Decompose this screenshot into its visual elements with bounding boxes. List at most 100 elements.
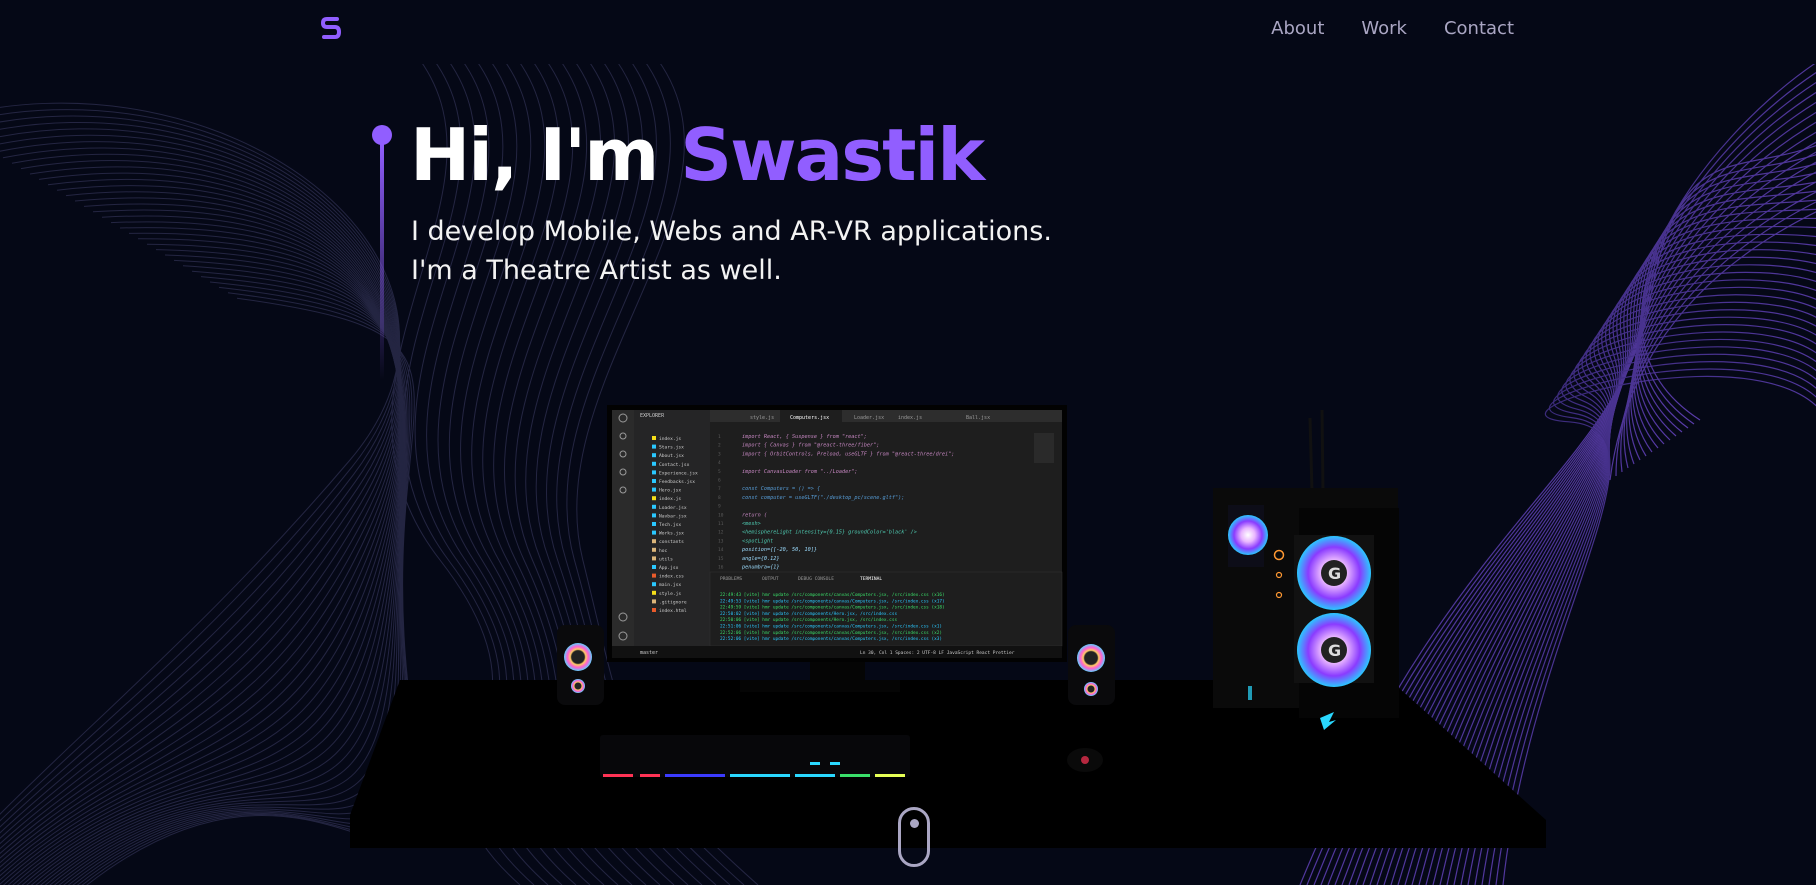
- file-item[interactable]: Feedbacks.jsx: [659, 479, 695, 485]
- nav-link-about[interactable]: About: [1271, 18, 1324, 39]
- line-number: 9: [718, 504, 721, 510]
- hero-subtitle-line-2: I'm a Theatre Artist as well.: [411, 255, 782, 286]
- panel-tab[interactable]: TERMINAL: [860, 576, 882, 582]
- code-line: import React, { Suspense } from "react";: [742, 434, 867, 440]
- editor-tab-label: Loader.jsx: [854, 415, 884, 421]
- nav-links: About Work Contact: [1271, 18, 1514, 39]
- file-item[interactable]: Navbar.jsx: [659, 513, 687, 519]
- code-line: import { Canvas } from "@react-three/fib…: [742, 443, 879, 449]
- code-line: const computer = useGLTF("./desktop_pc/s…: [742, 495, 904, 501]
- panel-tab[interactable]: DEBUG CONSOLE: [798, 576, 834, 582]
- terminal-line: 22:51:06 [vite] hmr update /src/componen…: [720, 624, 942, 630]
- mouse-light-icon: [1081, 756, 1089, 764]
- minimap: [1034, 433, 1054, 463]
- svg-text:G: G: [1328, 564, 1341, 583]
- file-item[interactable]: style.js: [659, 591, 681, 597]
- file-item[interactable]: Stars.jsx: [659, 445, 684, 451]
- hero-subtitle-line-1: I develop Mobile, Webs and AR-VR applica…: [411, 216, 1052, 247]
- code-line: position={[-20, 50, 10]}: [742, 547, 817, 553]
- code-line: <spotLight: [742, 538, 773, 544]
- line-number: 6: [718, 478, 721, 484]
- line-number: 7: [718, 486, 721, 492]
- line-number: 4: [718, 460, 721, 466]
- file-icon: [652, 504, 656, 509]
- nav-link-contact[interactable]: Contact: [1444, 18, 1514, 39]
- code-line: import { OrbitControls, Preload, useGLTF…: [742, 451, 954, 457]
- code-line: angle={0.12}: [742, 556, 779, 562]
- terminal-line: 22:49:43 [vite] hmr update /src/componen…: [720, 592, 945, 598]
- left-speaker: [557, 625, 604, 705]
- editor-tab-label: Ball.jsx: [966, 415, 990, 421]
- terminal-line: 22:49:59 [vite] hmr update /src/componen…: [720, 605, 945, 611]
- status-branch: master: [640, 650, 658, 656]
- file-item[interactable]: index.css: [659, 574, 684, 580]
- hero-subtitle: I develop Mobile, Webs and AR-VR applica…: [411, 212, 1131, 290]
- file-item[interactable]: index.html: [659, 608, 687, 614]
- file-icon: [652, 496, 656, 501]
- hero-title-name: Swastik: [680, 113, 985, 197]
- file-item[interactable]: Works.jsx: [659, 531, 684, 537]
- panel-tab[interactable]: OUTPUT: [762, 576, 779, 582]
- editor-tab-label: style.js: [750, 415, 774, 421]
- file-item[interactable]: Experience.jsx: [659, 470, 698, 476]
- hero-accent-line: [380, 142, 384, 380]
- code-line: import CanvasLoader from "../Loader";: [742, 469, 858, 475]
- file-icon: [652, 444, 656, 449]
- file-item[interactable]: utils: [659, 556, 673, 562]
- nav-link-work[interactable]: Work: [1361, 18, 1407, 39]
- line-number: 3: [718, 451, 721, 457]
- file-item[interactable]: Contact.jsx: [659, 462, 690, 468]
- line-number: 12: [718, 530, 724, 536]
- code-line: penumbra={1}: [742, 565, 779, 571]
- file-item[interactable]: hoc: [659, 548, 668, 554]
- right-speaker: [1068, 625, 1115, 705]
- hero-title: Hi, I'm Swastik: [410, 113, 985, 197]
- file-item[interactable]: App.jsx: [659, 565, 679, 571]
- terminal-line: 22:50:02 [vite] hmr update /src/componen…: [720, 611, 897, 617]
- file-item[interactable]: main.jsx: [659, 582, 681, 588]
- scroll-dot: [910, 819, 919, 828]
- file-icon: [652, 608, 656, 612]
- file-icon: [652, 522, 656, 526]
- terminal-line: 22:49:53 [vite] hmr update /src/componen…: [720, 598, 945, 604]
- file-icon: [652, 453, 656, 458]
- monitor: EXPLORER index.js Stars.jsx About.jsx Conta…: [607, 405, 1067, 662]
- file-item[interactable]: About.jsx: [659, 453, 684, 459]
- file-icon: [652, 479, 656, 483]
- line-number: 8: [718, 495, 721, 501]
- file-icon: [652, 565, 656, 569]
- file-item[interactable]: Tech.jsx: [659, 522, 681, 528]
- code-line: <mesh>: [742, 521, 761, 527]
- file-item[interactable]: Loader.jsx: [659, 505, 687, 511]
- file-item[interactable]: index.js: [659, 496, 681, 502]
- terminal-line: 22:52:06 [vite] hmr update /src/componen…: [720, 630, 942, 636]
- editor-tab-label: Computers.jsx: [790, 415, 829, 421]
- s-logo-icon[interactable]: [320, 16, 342, 42]
- terminal-line: 22:52:06 [vite] hmr update /src/componen…: [720, 636, 942, 642]
- status-info: Ln 30, Col 1 Spaces: 2 UTF-8 LF JavaScri…: [860, 650, 1015, 656]
- file-item[interactable]: constants: [659, 539, 684, 545]
- file-icon: [652, 573, 656, 578]
- file-item[interactable]: index.js: [659, 436, 681, 442]
- file-icon: [652, 539, 656, 544]
- line-number: 5: [718, 469, 721, 475]
- file-icon: [652, 513, 656, 518]
- file-item[interactable]: .gitignore: [659, 599, 687, 605]
- code-line: <hemisphereLight intensity={0.15} ground…: [742, 530, 917, 536]
- file-item[interactable]: Hero.jsx: [659, 488, 681, 494]
- navbar: About Work Contact: [0, 0, 1816, 64]
- monitor-base: [740, 680, 900, 692]
- terminal-line: 22:50:06 [vite] hmr update /src/componen…: [720, 617, 897, 623]
- file-icon: [652, 590, 656, 595]
- file-icon: [652, 556, 656, 561]
- line-number: 10: [718, 512, 724, 518]
- file-icon: [652, 582, 656, 587]
- editor-tab-label: index.js: [898, 415, 922, 421]
- file-icon: [652, 599, 656, 604]
- line-number: 16: [718, 565, 724, 571]
- line-number: 11: [718, 521, 724, 527]
- line-number: 15: [718, 556, 724, 562]
- code-line: return (: [742, 512, 767, 518]
- mouse-scroll-icon[interactable]: [898, 807, 930, 867]
- panel-tab[interactable]: PROBLEMS: [720, 576, 742, 582]
